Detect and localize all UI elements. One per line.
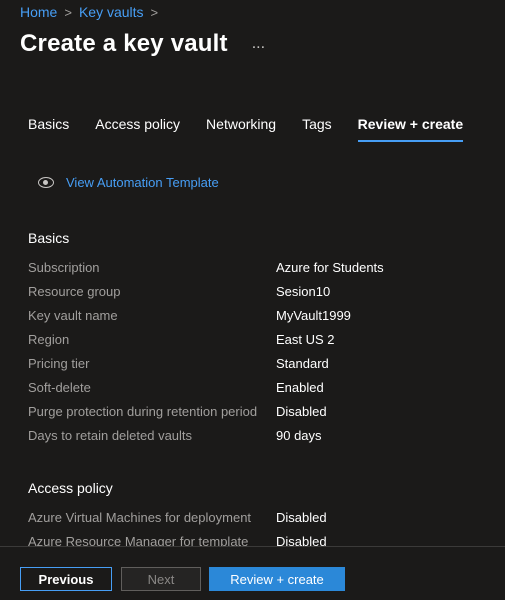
- section-heading-access-policy: Access policy: [28, 480, 113, 496]
- chevron-right-icon: >: [150, 4, 159, 20]
- summary-value: Enabled: [276, 380, 324, 395]
- view-automation-template-link[interactable]: View Automation Template: [38, 175, 219, 190]
- summary-row: Azure Virtual Machines for deployment Di…: [28, 510, 488, 525]
- summary-value: Standard: [276, 356, 329, 371]
- summary-key: Key vault name: [28, 308, 118, 323]
- summary-row: Key vault name MyVault1999: [28, 308, 488, 323]
- summary-row: Region East US 2: [28, 332, 488, 347]
- summary-key: Subscription: [28, 260, 100, 275]
- summary-value: Azure for Students: [276, 260, 384, 275]
- summary-key: Resource group: [28, 284, 121, 299]
- footer-bar: Previous Next Review + create: [0, 546, 505, 600]
- title-row: Create a key vault ...: [20, 30, 265, 58]
- next-button[interactable]: Next: [121, 567, 201, 591]
- summary-row: Purge protection during retention period…: [28, 404, 488, 419]
- tab-tags[interactable]: Tags: [302, 116, 332, 142]
- summary-key: Days to retain deleted vaults: [28, 428, 193, 443]
- page-title: Create a key vault: [20, 30, 228, 57]
- breadcrumb: Home > Key vaults >: [20, 4, 158, 20]
- review-create-button[interactable]: Review + create: [209, 567, 345, 591]
- summary-value: 90 days: [276, 428, 322, 443]
- summary-value: Disabled: [276, 404, 327, 419]
- tab-review-create[interactable]: Review + create: [357, 116, 464, 142]
- view-automation-template-label: View Automation Template: [66, 175, 219, 190]
- tab-bar: Basics Access policy Networking Tags Rev…: [28, 116, 489, 142]
- summary-key: Azure Virtual Machines for deployment: [28, 510, 252, 525]
- tab-access-policy[interactable]: Access policy: [95, 116, 180, 142]
- summary-key: Pricing tier: [28, 356, 90, 371]
- more-options-icon[interactable]: ...: [252, 35, 265, 53]
- summary-row: Soft-delete Enabled: [28, 380, 488, 395]
- summary-row: Subscription Azure for Students: [28, 260, 488, 275]
- summary-row: Resource group Sesion10: [28, 284, 488, 299]
- chevron-right-icon: >: [64, 4, 72, 20]
- breadcrumb-key-vaults[interactable]: Key vaults: [79, 4, 144, 20]
- section-heading-basics: Basics: [28, 230, 70, 246]
- breadcrumb-home[interactable]: Home: [20, 4, 57, 20]
- tab-networking[interactable]: Networking: [206, 116, 276, 142]
- summary-row: Pricing tier Standard: [28, 356, 488, 371]
- summary-key: Region: [28, 332, 70, 347]
- tab-basics[interactable]: Basics: [28, 116, 69, 142]
- summary-value: Sesion10: [276, 284, 331, 299]
- previous-button[interactable]: Previous: [20, 567, 112, 591]
- summary-value: East US 2: [276, 332, 335, 347]
- summary-value: MyVault1999: [276, 308, 351, 323]
- summary-row: Days to retain deleted vaults 90 days: [28, 428, 488, 443]
- summary-value: Disabled: [276, 510, 327, 525]
- eye-icon: [38, 177, 54, 188]
- summary-key: Soft-delete: [28, 380, 91, 395]
- summary-key: Purge protection during retention period: [28, 404, 258, 419]
